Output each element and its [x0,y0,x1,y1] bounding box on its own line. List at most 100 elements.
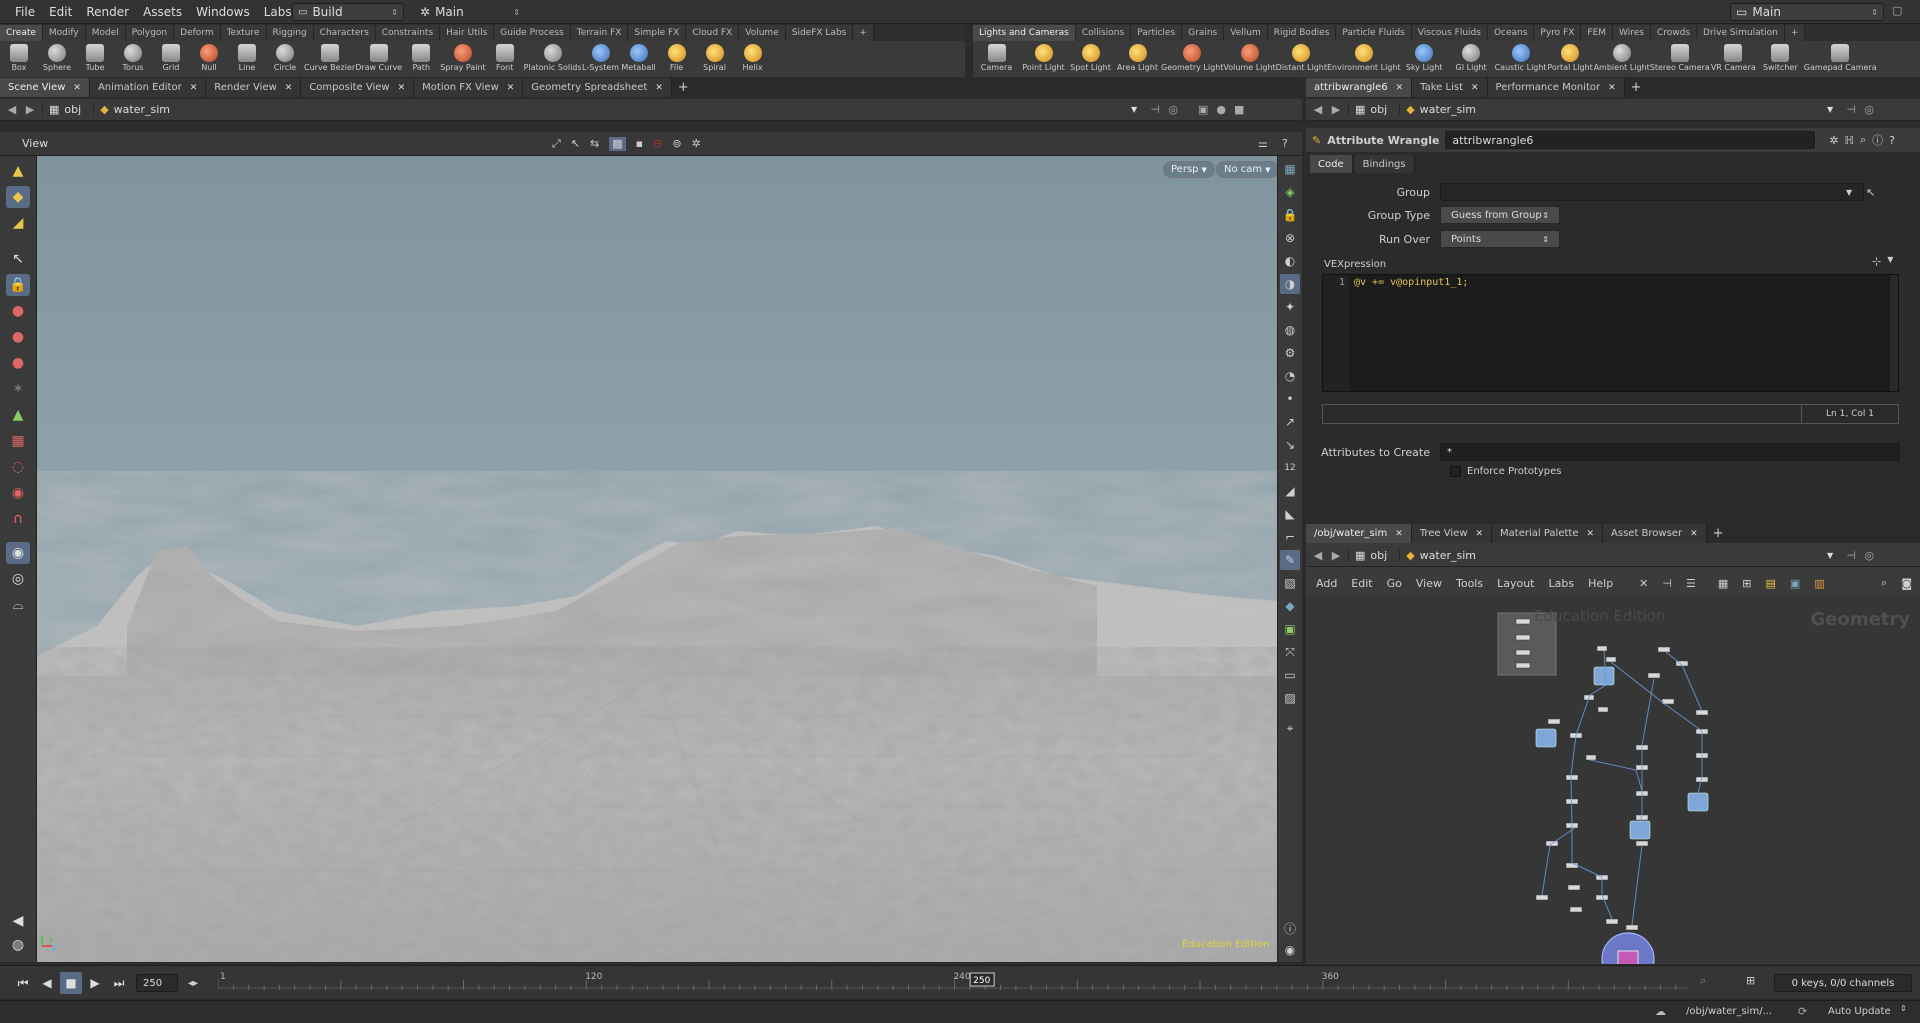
pose-icon[interactable]: ▲ [6,404,30,426]
tool-area-light[interactable]: Area Light [1114,41,1161,77]
tool-spray-paint[interactable]: Spray Paint [440,41,486,77]
uv-icon[interactable]: ◣ [1280,504,1300,524]
dropdown-icon[interactable]: ▼ [1846,188,1852,197]
tool-vr-camera[interactable]: VR Camera [1710,41,1757,77]
params-tab-take-list[interactable]: Take List ✕ [1412,78,1488,97]
help-icon[interactable]: ? [1282,137,1288,150]
tab-code[interactable]: Code [1310,155,1353,173]
visualize-icon[interactable]: ◉ [6,542,30,564]
close-icon[interactable]: ✕ [655,83,663,93]
shelf-tab-fem[interactable]: FEM [1581,25,1614,41]
tool-switcher[interactable]: Switcher [1757,41,1804,77]
disabled-icon[interactable]: ⊖ [653,137,662,151]
snap-curve-icon[interactable]: ◉ [6,482,30,504]
timeline-scrubber[interactable]: 1 120 240 360 250 [217,970,1688,996]
help-icon[interactable]: ? [1889,134,1895,147]
stop-icon[interactable]: ■ [60,972,82,994]
shelf-tab-oceans[interactable]: Oceans [1487,25,1535,41]
close-icon[interactable]: ✕ [1476,529,1484,539]
close-icon[interactable]: ✕ [73,83,81,93]
network-tab--obj-water-sim[interactable]: /obj/water_sim ✕ [1306,524,1412,543]
tool-geometry-light[interactable]: Geometry Light [1161,41,1223,77]
scene-tab-render-view[interactable]: Render View ✕ [206,78,302,97]
tool-metaball[interactable]: Metaball [620,41,658,77]
tool-l-system[interactable]: L-System [582,41,620,77]
link-icon[interactable]: ◎ [1167,103,1179,116]
scene-tab-geometry-spreadsheet[interactable]: Geometry Spreadsheet ✕ [523,78,672,97]
shelf-tab-particle-fluids[interactable]: Particle Fluids [1336,25,1412,41]
shading-icon[interactable]: ◈ [1280,182,1300,202]
add-tab-icon[interactable]: + [1713,524,1724,543]
add-shelf-tab-icon[interactable]: + [1784,25,1806,41]
light-icon[interactable]: ◑ [1280,274,1300,294]
location-icon[interactable]: ⌖ [1280,718,1300,738]
gear-icon[interactable]: ✲ [692,137,701,151]
shelf-tab-grains[interactable]: Grains [1182,25,1225,41]
viewer-tools-icon[interactable]: ⚌ [1258,137,1268,150]
magnet-icon[interactable]: ● [6,300,30,322]
snap-grid-icon[interactable]: ● [6,352,30,374]
tree-icon[interactable]: ⊣ [1662,577,1672,590]
pin-icon[interactable]: ⊣ [1845,549,1857,562]
shelf-tab-collisions[interactable]: Collisions [1075,25,1132,41]
play-icon[interactable]: ▶ [84,972,106,994]
camera-menu[interactable]: No cam ▼ [1216,161,1279,178]
close-icon[interactable]: ✕ [285,83,293,93]
params-tab-performance-monitor[interactable]: Performance Monitor ✕ [1487,78,1625,97]
params-tab-attribwrangle6[interactable]: attribwrangle6 ✕ [1306,78,1413,97]
snap-icon[interactable]: ● [6,326,30,348]
info-icon[interactable]: ⓘ [1280,918,1300,938]
shelf-tab-model[interactable]: Model [85,25,126,41]
close-icon[interactable]: ✕ [1396,83,1404,93]
pin-icon[interactable]: ⊣ [1845,103,1857,116]
shelf-tab-constraints[interactable]: Constraints [375,25,441,41]
tool-draw-curve[interactable]: Draw Curve [355,41,402,77]
dot-icon[interactable]: ● [1215,103,1227,116]
close-icon[interactable]: ✕ [1690,529,1698,539]
tool-gamepad-camera[interactable]: Gamepad Camera [1804,41,1877,77]
refresh-icon[interactable]: ⟳ [1798,1005,1807,1018]
template-icon[interactable]: ⚙ [1280,343,1300,363]
gear-icon[interactable]: ✲ [1829,134,1838,147]
pane-tab-selector[interactable]: ✲ Main ⇕ [414,3,526,21]
tool-null[interactable]: Null [190,41,228,77]
curve-icon[interactable]: ⌐ [1280,527,1300,547]
forward-arrow-icon[interactable]: ▶ [24,103,36,116]
search-icon[interactable]: ⌕ [1860,133,1866,147]
brush-icon[interactable]: ◢ [6,212,30,234]
add-icon[interactable]: ⊹ [1872,255,1881,268]
shelf-tab-modify[interactable]: Modify [42,25,86,41]
jump-end-icon[interactable]: ⏭ [108,972,130,994]
network-tab-asset-browser[interactable]: Asset Browser ✕ [1603,524,1707,543]
back-arrow-icon[interactable]: ◀ [1312,103,1324,116]
tool-box[interactable]: Box [0,41,38,77]
tool-grid[interactable]: Grid [152,41,190,77]
shelf-tab-cloud-fx[interactable]: Cloud FX [686,25,740,41]
close-icon[interactable]: ✕ [1395,529,1403,539]
channel-icon[interactable]: ⊞ [1746,974,1755,987]
menu-render[interactable]: Render [79,0,136,24]
display-options-icon[interactable]: ▩ [609,136,626,151]
tool-file[interactable]: File [658,41,696,77]
tools-icon[interactable]: ✕ [1639,577,1648,590]
add-tab-icon[interactable]: + [678,78,689,97]
scene-tab-composite-view[interactable]: Composite View ✕ [301,78,415,97]
network-menu-layout[interactable]: Layout [1497,577,1534,590]
normals-icon[interactable]: ↗ [1280,412,1300,432]
scale-handle-icon[interactable]: ▲ [6,160,30,182]
teapot-icon[interactable]: ⌓ [6,594,30,616]
lasso-icon[interactable]: ◌ [6,456,30,478]
scene-tab-scene-view[interactable]: Scene View ✕ [0,78,90,97]
list-icon[interactable]: ☰ [1686,577,1696,590]
shelf-tab-sidefx-labs[interactable]: SideFX Labs [785,25,854,41]
search-icon[interactable]: ⌕ [1881,576,1887,590]
scene-tab-animation-editor[interactable]: Animation Editor ✕ [89,78,207,97]
path-context[interactable]: ▦ obj [1348,549,1393,562]
shelf-tab-drive-simulation[interactable]: Drive Simulation [1697,25,1785,41]
tool-sky-light[interactable]: Sky Light [1401,41,1448,77]
shelf-tab-terrain-fx[interactable]: Terrain FX [570,25,629,41]
path-node[interactable]: ◆ water_sim ▼ [93,103,1143,116]
brush-tool-icon[interactable]: ✎ [1280,550,1300,570]
headlight-icon[interactable]: ◍ [1280,320,1300,340]
points-icon[interactable]: • [1280,389,1300,409]
